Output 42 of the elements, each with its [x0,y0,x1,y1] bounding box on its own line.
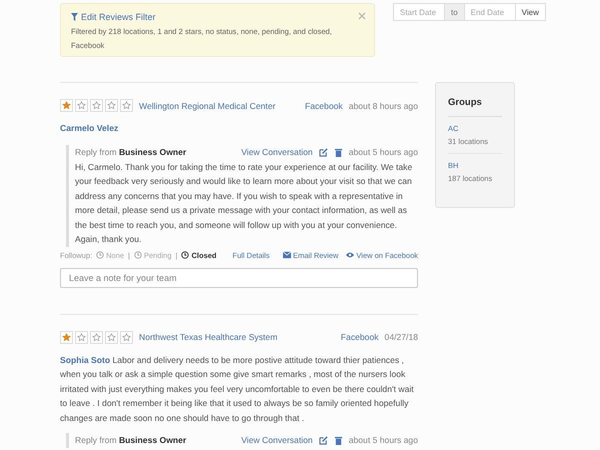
edit-icon[interactable] [318,148,328,157]
view-conversation-link[interactable]: View Conversation [241,433,313,448]
envelope-icon [282,251,291,259]
star-icon [105,99,118,112]
source-link[interactable]: Facebook [304,100,343,110]
location-link[interactable]: Northwest Texas Healthcare System [139,332,278,342]
star-icon [90,99,103,112]
reply-time: about 5 hours ago [348,146,418,159]
reply-author: Reply from Business Owner [75,146,186,159]
eye-icon [346,251,354,259]
end-date-field[interactable]: End Date [464,3,516,21]
review-time: about 8 hours ago [348,100,418,110]
trash-icon[interactable] [334,148,343,157]
trash-icon[interactable] [334,436,343,445]
review-text: Sophia Soto Labor and delivery needs to be more postive attitude toward thier patiences , when you talk or ask a simple question some give smart remarks , most of the nursers look irritated with just everything makes you feel very uncomfortable to even be there couldn't wait to leave . I don't remember it being like that it used to always be so family oriented hopefully changes are made soon no one should have to go through that . [60,354,415,425]
clock-icon [134,251,142,259]
star-icon [75,99,88,112]
clock-icon [181,251,190,259]
location-link[interactable]: Wellington Regional Medical Center [139,100,276,110]
star-icon [60,330,73,344]
reply-time: about 5 hours ago [348,434,418,447]
star-icon [120,330,133,344]
edit-filter-link[interactable]: Edit Reviews Filter [71,12,156,22]
star-icon [75,330,88,344]
star-icon [120,99,133,112]
reply-author: Reply from Business Owner [75,434,186,447]
date-separator: to [445,3,464,21]
edit-icon[interactable] [318,436,328,445]
view-conversation-link[interactable]: View Conversation [241,145,313,160]
filter-icon [71,13,78,21]
note-field[interactable]: Leave a note for your team [60,268,418,288]
view-button[interactable]: View [516,3,546,21]
reviewer-name: Carmelo Velez [60,123,120,133]
clock-icon [96,251,104,259]
reply-text: Hi, Carmelo. Thank you for taking the time to rate your experience at our facility. We take your feedback very seriously and would like to learn more about your visit so that we can address any concerns that you may have. If you wish to speak with a representative in more detail, please send us a private message with your contact information, as well as the best time to reach you, and someone will follow up with you at your convenience. Again, thank you. [75,160,414,246]
start-date-field[interactable]: Start Date [393,3,445,21]
star-icon [60,99,73,112]
source-link[interactable]: Facebook [340,332,379,342]
star-icon [90,330,103,344]
star-icon [105,330,118,344]
review-time: 04/27/18 [384,332,418,342]
groups-title: Groups [448,97,502,117]
